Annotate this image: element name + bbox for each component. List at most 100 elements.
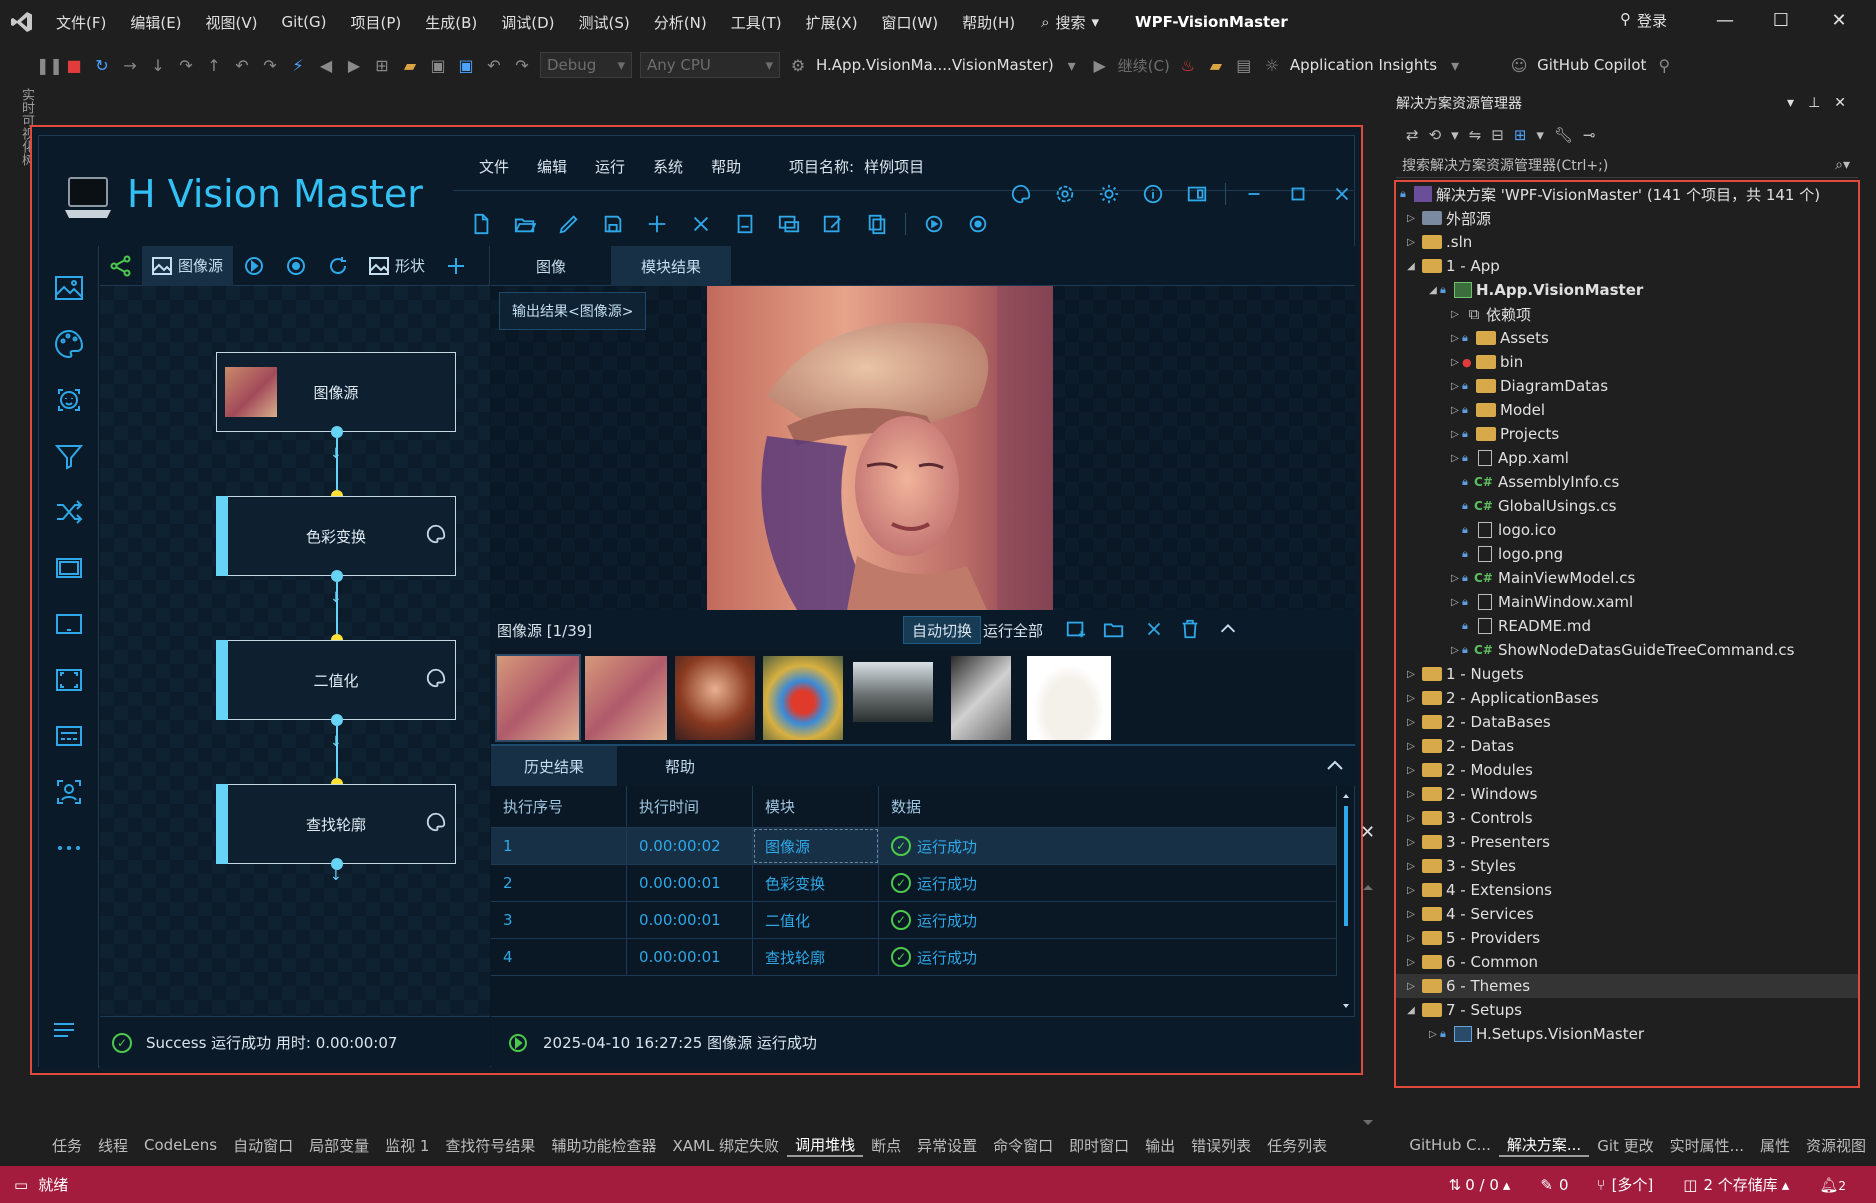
tab-tasks[interactable]: 任务 — [44, 1135, 90, 1156]
expand-icon[interactable]: ▷ — [1404, 813, 1418, 824]
tab-resource-view[interactable]: 资源视图 — [1798, 1135, 1874, 1156]
share-user-icon[interactable]: ⚲ — [1654, 56, 1674, 75]
tree-item[interactable]: ▷ 3 - Styles — [1396, 854, 1858, 878]
chevron-down-icon[interactable]: ▾ — [1787, 95, 1794, 111]
expand-icon[interactable]: ▷ — [1404, 693, 1418, 704]
flow-node-color-transform[interactable]: 色彩变换 — [216, 496, 456, 576]
tab-xaml-binding[interactable]: XAML 绑定失败 — [664, 1135, 787, 1156]
app-menu-help[interactable]: 帮助 — [697, 156, 755, 177]
tree-item[interactable]: ▷ 🔒︎ C# ShowNodeDatasGuideTreeCommand.cs — [1396, 638, 1858, 662]
tree-item[interactable]: ▷ 🔒︎ C# MainViewModel.cs — [1396, 566, 1858, 590]
add-icon[interactable] — [635, 206, 679, 242]
expand-icon[interactable]: ▷ — [1404, 237, 1418, 248]
tab-properties[interactable]: 属性 — [1752, 1135, 1798, 1156]
chevron-down-icon[interactable]: ▾ — [1062, 56, 1082, 75]
expand-icon[interactable]: ▷ — [1404, 789, 1418, 800]
switch-view-icon[interactable]: ⇋ — [1469, 126, 1482, 144]
shuffle-icon[interactable] — [39, 484, 99, 540]
output-port[interactable] — [331, 714, 343, 726]
step-over-icon[interactable]: ↷ — [176, 56, 196, 75]
chevron-up-icon[interactable] — [1217, 618, 1239, 644]
settings-gear-icon[interactable] — [1043, 176, 1087, 212]
table-row[interactable]: 1 0.00:00:02 图像源 ✓ 运行成功 — [491, 828, 1337, 865]
open-folder-icon[interactable] — [1103, 618, 1125, 644]
undo-icon[interactable]: ↶ — [484, 56, 504, 75]
flow-node-image-source[interactable]: 图像源 — [216, 352, 456, 432]
run-step-button[interactable] — [233, 246, 275, 286]
flow-tab-shape[interactable]: 形状 — [359, 246, 435, 286]
expand-icon[interactable]: ▷ — [1448, 453, 1462, 464]
expand-icon[interactable]: ▷ — [1448, 573, 1462, 584]
export-icon[interactable] — [723, 206, 767, 242]
trash-icon[interactable] — [1179, 618, 1201, 644]
app-maximize-icon[interactable] — [1276, 176, 1320, 212]
more-dots-icon[interactable] — [39, 820, 99, 876]
thumbnail-item[interactable] — [495, 654, 581, 742]
tab-accessibility[interactable]: 辅助功能检查器 — [543, 1135, 664, 1156]
nav-back-icon[interactable]: ◀ — [316, 56, 336, 75]
tree-item[interactable]: ▷ 6 - Common — [1396, 950, 1858, 974]
frame-icon[interactable] — [39, 540, 99, 596]
tree-item[interactable]: ▷ 外部源 — [1396, 206, 1858, 230]
layout-panel-icon[interactable] — [1175, 176, 1219, 212]
person-scan-icon[interactable] — [39, 764, 99, 820]
tree-item[interactable]: ▷ 🔒︎ Projects — [1396, 422, 1858, 446]
vs-search-button[interactable]: ⌕ 搜索 ▾ — [1041, 12, 1099, 33]
tree-item[interactable]: ◢ 7 - Setups — [1396, 998, 1858, 1022]
tab-git-changes[interactable]: Git 更改 — [1589, 1135, 1661, 1156]
tree-item[interactable]: ▷ .sln — [1396, 230, 1858, 254]
preview-icon[interactable]: ⊸ — [1583, 126, 1596, 144]
continue-button[interactable]: 继续(C) — [1118, 55, 1170, 76]
menu-file[interactable]: 文件(F) — [44, 12, 118, 33]
edit-doc-icon[interactable] — [811, 206, 855, 242]
expand-icon[interactable]: ▷ — [1404, 837, 1418, 848]
app-menu-run[interactable]: 运行 — [581, 156, 639, 177]
solution-search-input[interactable]: 搜索解决方案资源管理器(Ctrl+;) ⌕▾ — [1396, 152, 1858, 178]
app-minimize-icon[interactable] — [1232, 176, 1276, 212]
tree-item[interactable]: ▷ ⧉ 依赖项 — [1396, 302, 1858, 326]
tree-item[interactable]: 🔒︎ logo.png — [1396, 542, 1858, 566]
step-out-icon[interactable]: ↑ — [204, 56, 224, 75]
tree-item-selected[interactable]: ▷ 6 - Themes — [1396, 974, 1858, 998]
auto-switch-toggle[interactable]: 自动切换 — [903, 616, 982, 644]
expand-icon[interactable]: ▷ — [1404, 861, 1418, 872]
info-icon[interactable] — [1131, 176, 1175, 212]
expand-icon[interactable]: ▷ — [1448, 429, 1462, 440]
flow-canvas[interactable]: 图像源 ↓ 色彩变换 ↓ 二值化 ↓ 查找轮廓 ↓ — [100, 286, 490, 1016]
flame-icon[interactable]: ♨ — [1178, 56, 1198, 75]
column-header[interactable]: 数据 — [879, 786, 1337, 827]
output-port[interactable] — [331, 426, 343, 438]
tab-call-stack[interactable]: 调用堆栈 — [787, 1134, 864, 1157]
remove-x-icon[interactable] — [1143, 618, 1165, 644]
tree-item[interactable]: ▷ 🔒︎ App.xaml — [1396, 446, 1858, 470]
column-header[interactable]: 模块 — [753, 786, 879, 827]
expand-icon[interactable]: ▷ — [1448, 645, 1462, 656]
gear-icon[interactable]: ⚙ — [788, 56, 808, 75]
tree-item[interactable]: ▷ 2 - Windows — [1396, 782, 1858, 806]
stop-record-icon[interactable] — [956, 206, 1000, 242]
tab-error-list[interactable]: 错误列表 — [1183, 1135, 1259, 1156]
keyboard-panel-icon[interactable] — [39, 708, 99, 764]
tree-item-solution[interactable]: 🔒︎ 解决方案 'WPF-VisionMaster' (141 个项目，共 141… — [1396, 182, 1858, 206]
tree-item[interactable]: ▷ 3 - Controls — [1396, 806, 1858, 830]
status-edits[interactable]: 0 — [1559, 1176, 1569, 1194]
thumbnail-item[interactable] — [1027, 656, 1111, 740]
palette-icon[interactable] — [999, 176, 1043, 212]
tree-item[interactable]: ◢ 🔒︎ H.App.VisionMaster — [1396, 278, 1858, 302]
new-item-icon[interactable]: ⊞ — [372, 56, 392, 75]
configuration-select[interactable]: Debug ▾ — [540, 52, 632, 78]
output-result-button[interactable]: 输出结果<图像源> — [499, 292, 647, 330]
table-row[interactable]: 2 0.00:00:01 色彩变换 ✓ 运行成功 — [491, 865, 1337, 902]
bulb-icon[interactable]: ☼ — [1262, 56, 1282, 75]
github-copilot-button[interactable]: GitHub Copilot — [1537, 56, 1646, 74]
status-repos[interactable]: 2 个存储库 — [1703, 1174, 1777, 1195]
tree-item[interactable]: ▷ 4 - Services — [1396, 902, 1858, 926]
minimize-icon[interactable]: — — [1710, 10, 1740, 31]
continue-icon[interactable]: ▶ — [1090, 56, 1110, 75]
thumbnail-item[interactable] — [585, 656, 667, 740]
tab-module-result[interactable]: 模块结果 — [611, 246, 731, 286]
tab-exceptions[interactable]: 异常设置 — [909, 1135, 985, 1156]
tab-watch[interactable]: 监视 1 — [377, 1135, 437, 1156]
tree-item[interactable]: ▷ 🔒︎ DiagramDatas — [1396, 374, 1858, 398]
flow-tab-image-source[interactable]: 图像源 — [142, 245, 234, 286]
